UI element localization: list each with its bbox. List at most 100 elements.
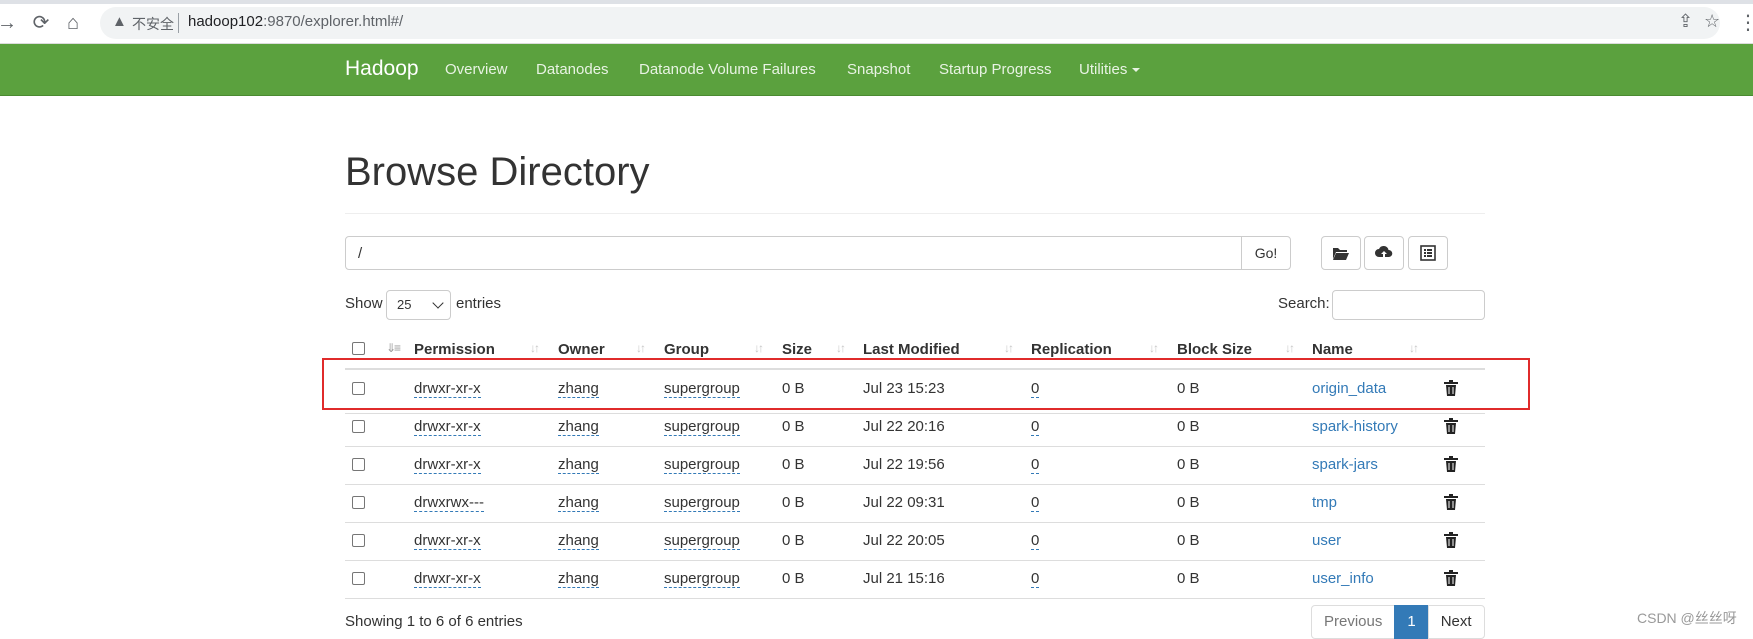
address-separator xyxy=(178,13,179,33)
sort-icon[interactable]: ↓↑ xyxy=(754,341,764,355)
row-replication[interactable]: 0 xyxy=(1031,418,1040,436)
row-group[interactable]: supergroup xyxy=(664,532,740,550)
nav-overview[interactable]: Overview xyxy=(445,61,508,78)
sort-asc-icon[interactable]: ⇓≡ xyxy=(386,341,401,355)
trash-icon[interactable] xyxy=(1444,494,1458,510)
row-owner[interactable]: zhang xyxy=(558,532,599,550)
row-permission[interactable]: drwxr-xr-x xyxy=(414,456,481,474)
row-group[interactable]: supergroup xyxy=(664,456,740,474)
row-checkbox[interactable] xyxy=(352,572,365,585)
row-name-link[interactable]: tmp xyxy=(1312,494,1337,511)
search-label: Search: xyxy=(1278,295,1330,312)
trash-icon[interactable] xyxy=(1444,532,1458,548)
sort-icon[interactable]: ↓↑ xyxy=(1285,341,1295,355)
row-divider xyxy=(345,560,1485,561)
row-size: 0 B xyxy=(782,532,805,549)
header-replication[interactable]: Replication xyxy=(1031,341,1112,358)
row-replication[interactable]: 0 xyxy=(1031,456,1040,474)
reload-icon[interactable]: ⟳ xyxy=(28,10,54,36)
header-block-size[interactable]: Block Size xyxy=(1177,341,1252,358)
watermark: CSDN @丝丝呀 xyxy=(1637,610,1737,626)
header-name[interactable]: Name xyxy=(1312,341,1353,358)
row-permission[interactable]: drwxr-xr-x xyxy=(414,380,481,398)
header-group[interactable]: Group xyxy=(664,341,709,358)
page-length-select[interactable]: 25 xyxy=(386,290,451,320)
url-text: hadoop102:9870/explorer.html#/ xyxy=(188,13,403,30)
sort-icon[interactable]: ↓↑ xyxy=(530,341,540,355)
folder-open-icon xyxy=(1333,247,1349,260)
header-size[interactable]: Size xyxy=(782,341,812,358)
row-checkbox[interactable] xyxy=(352,382,365,395)
row-name-link[interactable]: spark-history xyxy=(1312,418,1398,435)
trash-icon[interactable] xyxy=(1444,456,1458,472)
nav-startup-progress[interactable]: Startup Progress xyxy=(939,61,1052,78)
trash-icon[interactable] xyxy=(1444,570,1458,586)
row-checkbox[interactable] xyxy=(352,420,365,433)
row-replication[interactable]: 0 xyxy=(1031,570,1040,588)
row-owner[interactable]: zhang xyxy=(558,380,599,398)
row-checkbox[interactable] xyxy=(352,458,365,471)
nav-volume-failures[interactable]: Datanode Volume Failures xyxy=(639,61,816,78)
row-permission[interactable]: drwxr-xr-x xyxy=(414,532,481,550)
row-owner[interactable]: zhang xyxy=(558,494,599,512)
row-owner[interactable]: zhang xyxy=(558,570,599,588)
row-replication[interactable]: 0 xyxy=(1031,380,1040,398)
row-checkbox[interactable] xyxy=(352,496,365,509)
browser-menu-icon[interactable]: ⋮ xyxy=(1738,10,1753,35)
nav-datanodes[interactable]: Datanodes xyxy=(536,61,609,78)
row-divider xyxy=(345,413,1485,414)
url-path: :9870/explorer.html#/ xyxy=(263,13,404,30)
row-divider xyxy=(345,522,1485,523)
row-permission[interactable]: drwxr-xr-x xyxy=(414,570,481,588)
nav-snapshot[interactable]: Snapshot xyxy=(847,61,910,78)
header-permission[interactable]: Permission xyxy=(414,341,495,358)
search-input[interactable] xyxy=(1332,290,1485,320)
row-name-link[interactable]: user_info xyxy=(1312,570,1374,587)
directory-path-input[interactable] xyxy=(345,236,1242,270)
url-host: hadoop102 xyxy=(188,13,264,30)
brand-link[interactable]: Hadoop xyxy=(345,57,419,81)
sort-icon[interactable]: ↓↑ xyxy=(636,341,646,355)
row-size: 0 B xyxy=(782,456,805,473)
row-replication[interactable]: 0 xyxy=(1031,494,1040,512)
row-permission[interactable]: drwxr-xr-x xyxy=(414,418,481,436)
home-icon[interactable]: ⌂ xyxy=(60,10,86,36)
select-all-checkbox[interactable] xyxy=(352,342,365,355)
sort-icon[interactable]: ↓↑ xyxy=(836,341,846,355)
sort-icon[interactable]: ↓↑ xyxy=(1149,341,1159,355)
row-block-size: 0 B xyxy=(1177,494,1200,511)
row-name-link[interactable]: spark-jars xyxy=(1312,456,1378,473)
row-checkbox[interactable] xyxy=(352,534,365,547)
back-icon[interactable]: → xyxy=(0,10,20,36)
row-group[interactable]: supergroup xyxy=(664,494,740,512)
cloud-upload-icon xyxy=(1375,245,1393,260)
cut-paste-button[interactable] xyxy=(1408,236,1448,270)
row-owner[interactable]: zhang xyxy=(558,418,599,436)
row-group[interactable]: supergroup xyxy=(664,418,740,436)
row-permission[interactable]: drwxrwx--- xyxy=(414,494,484,512)
row-replication[interactable]: 0 xyxy=(1031,532,1040,550)
trash-icon[interactable] xyxy=(1444,380,1458,396)
row-group[interactable]: supergroup xyxy=(664,570,740,588)
trash-icon[interactable] xyxy=(1444,418,1458,434)
row-group[interactable]: supergroup xyxy=(664,380,740,398)
nav-utilities-label: Utilities xyxy=(1079,61,1128,78)
row-name-link[interactable]: origin_data xyxy=(1312,380,1386,397)
go-button[interactable]: Go! xyxy=(1241,236,1291,270)
row-divider xyxy=(345,446,1485,447)
share-icon[interactable]: ⇪ xyxy=(1678,11,1693,32)
row-owner[interactable]: zhang xyxy=(558,456,599,474)
upload-files-button[interactable] xyxy=(1364,236,1404,270)
sort-icon[interactable]: ↓↑ xyxy=(1409,341,1419,355)
bookmark-star-icon[interactable]: ☆ xyxy=(1704,11,1720,32)
row-block-size: 0 B xyxy=(1177,418,1200,435)
row-name-link[interactable]: user xyxy=(1312,532,1341,549)
row-block-size: 0 B xyxy=(1177,456,1200,473)
row-block-size: 0 B xyxy=(1177,380,1200,397)
header-owner[interactable]: Owner xyxy=(558,341,605,358)
header-last-modified[interactable]: Last Modified xyxy=(863,341,960,358)
create-directory-button[interactable] xyxy=(1321,236,1361,270)
sort-icon[interactable]: ↓↑ xyxy=(1004,341,1014,355)
nav-utilities[interactable]: Utilities xyxy=(1079,61,1141,78)
address-bar[interactable]: ▲ 不安全 hadoop102:9870/explorer.html#/ ⇪ ☆ xyxy=(100,7,1720,39)
